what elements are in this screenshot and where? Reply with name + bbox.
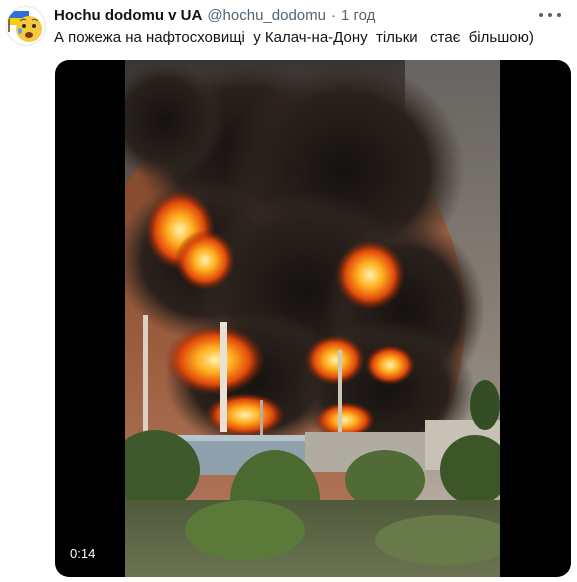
author-handle[interactable]: @hochu_dodomu [207,7,326,24]
emoji-avatar-icon [8,10,42,42]
video-duration: 0:14 [64,544,102,563]
more-options-icon[interactable] [539,6,561,24]
fire-scene-image [85,60,515,577]
tweet-text: А пожежа на нафтосховищі у Калач-на-Дону… [54,29,534,46]
tweet-timestamp[interactable]: 1 год [341,7,375,24]
tweet-card[interactable]: Hochu dodomu v UA @hochu_dodomu · 1 год … [0,0,577,582]
separator-dot: · [330,7,336,24]
video-frame [85,60,515,577]
author-name[interactable]: Hochu dodomu v UA [54,7,202,24]
video-player[interactable]: 0:14 [55,60,571,577]
tweet-header: Hochu dodomu v UA @hochu_dodomu · 1 год [54,7,375,27]
author-avatar[interactable] [6,6,46,46]
